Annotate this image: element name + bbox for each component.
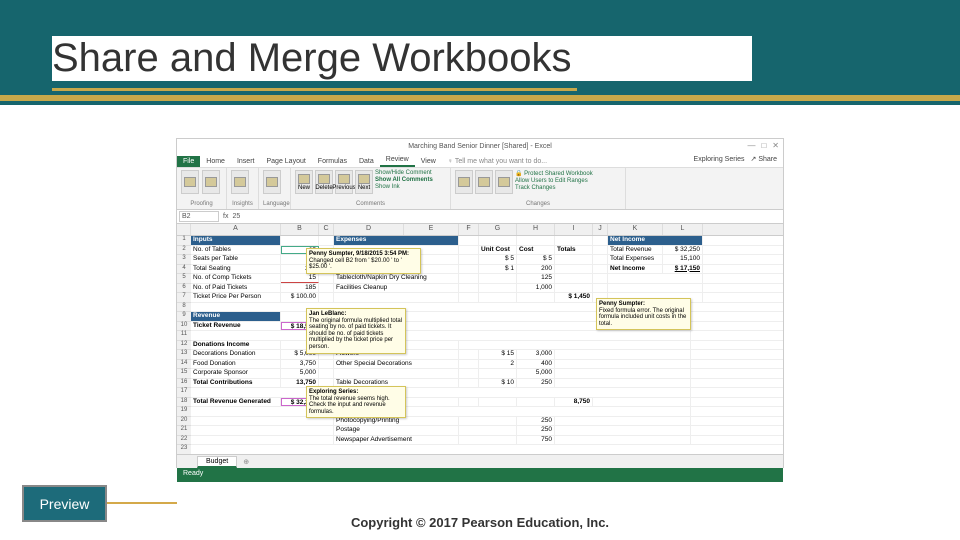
comment-2[interactable]: Jan LeBlanc:The original formula multipl…: [306, 308, 406, 354]
protect-sheet-button[interactable]: [455, 170, 473, 194]
tab-data[interactable]: Data: [353, 156, 380, 167]
comment-3[interactable]: Exploring Series:The total revenue seems…: [306, 386, 406, 418]
window-titlebar: Marching Band Senior Dinner [Shared] - E…: [177, 139, 783, 154]
next-comment-button[interactable]: Next: [355, 170, 373, 194]
cells-area[interactable]: InputsExpensesNet Income No. of Tables25…: [191, 236, 783, 454]
copyright: Copyright © 2017 Pearson Education, Inc.: [0, 515, 960, 530]
tab-review[interactable]: Review: [380, 154, 415, 167]
tab-insert[interactable]: Insert: [231, 156, 261, 167]
header-underline: [0, 95, 960, 101]
comment-4[interactable]: Penny Sumpter:Fixed formula error. The o…: [596, 298, 691, 330]
ribbon-group-insights: Insights: [227, 168, 259, 209]
ribbon: Proofing Insights Language New Delete Pr…: [177, 168, 783, 210]
tab-formulas[interactable]: Formulas: [312, 156, 353, 167]
fx-icon[interactable]: fx: [223, 213, 228, 220]
worksheet-grid[interactable]: ABCDEFGHIJKL 123456789101112131415161718…: [177, 224, 783, 454]
signin-name[interactable]: Exploring Series: [694, 156, 745, 163]
delete-comment-button[interactable]: Delete: [315, 170, 333, 194]
row-headers[interactable]: 123456789101112131415161718192021222324: [177, 236, 191, 454]
window-title: Marching Band Senior Dinner [Shared] - E…: [408, 143, 552, 150]
window-controls[interactable]: — □ ✕: [747, 141, 779, 150]
slide-header: Share and Merge Workbooks: [0, 0, 960, 105]
minimize-icon[interactable]: —: [747, 141, 755, 150]
tab-page-layout[interactable]: Page Layout: [260, 156, 311, 167]
tab-file[interactable]: File: [177, 156, 200, 167]
protect-workbook-button[interactable]: [475, 170, 493, 194]
thesaurus-button[interactable]: [202, 170, 220, 194]
comment-options[interactable]: Show/Hide Comment Show All Comments Show…: [375, 170, 433, 194]
sheet-tab-budget[interactable]: Budget: [197, 456, 237, 468]
column-headers[interactable]: ABCDEFGHIJKL: [177, 224, 783, 236]
share-button[interactable]: ↗ Share: [751, 155, 778, 163]
translate-button[interactable]: [263, 170, 281, 194]
account-area: Exploring Series ↗ Share: [694, 155, 777, 163]
slide-title: Share and Merge Workbooks: [52, 36, 752, 81]
ribbon-group-comments: New Delete Previous Next Show/Hide Comme…: [291, 168, 451, 209]
ribbon-group-changes: 🔒 Protect Shared Workbook Allow Users to…: [451, 168, 626, 209]
preview-connector: [107, 502, 177, 504]
maximize-icon[interactable]: □: [761, 141, 766, 150]
close-icon[interactable]: ✕: [772, 141, 779, 150]
ribbon-group-language: Language: [259, 168, 291, 209]
title-underline: [52, 88, 577, 91]
status-bar: Ready: [177, 468, 783, 482]
tab-home[interactable]: Home: [200, 156, 231, 167]
comment-1[interactable]: Penny Sumpter, 9/18/2015 3:54 PM:Changed…: [306, 248, 421, 274]
excel-window: Marching Band Senior Dinner [Shared] - E…: [176, 138, 784, 468]
prev-comment-button[interactable]: Previous: [335, 170, 353, 194]
tell-me[interactable]: ♀ Tell me what you want to do...: [442, 156, 553, 167]
tab-view[interactable]: View: [415, 156, 442, 167]
formula-value[interactable]: 25: [232, 213, 240, 220]
changes-options[interactable]: 🔒 Protect Shared Workbook Allow Users to…: [515, 170, 593, 194]
new-comment-button[interactable]: New: [295, 170, 313, 194]
sheet-tabs[interactable]: Budget ⊕: [177, 454, 783, 468]
formula-bar[interactable]: B2 fx 25: [177, 210, 783, 224]
add-sheet-icon[interactable]: ⊕: [243, 458, 249, 466]
ribbon-group-proofing: Proofing: [177, 168, 227, 209]
share-workbook-button[interactable]: [495, 170, 513, 194]
name-box[interactable]: B2: [179, 211, 219, 222]
spelling-button[interactable]: [181, 170, 199, 194]
smart-lookup-button[interactable]: [231, 170, 249, 194]
ribbon-tabs: File Home Insert Page Layout Formulas Da…: [177, 154, 783, 168]
